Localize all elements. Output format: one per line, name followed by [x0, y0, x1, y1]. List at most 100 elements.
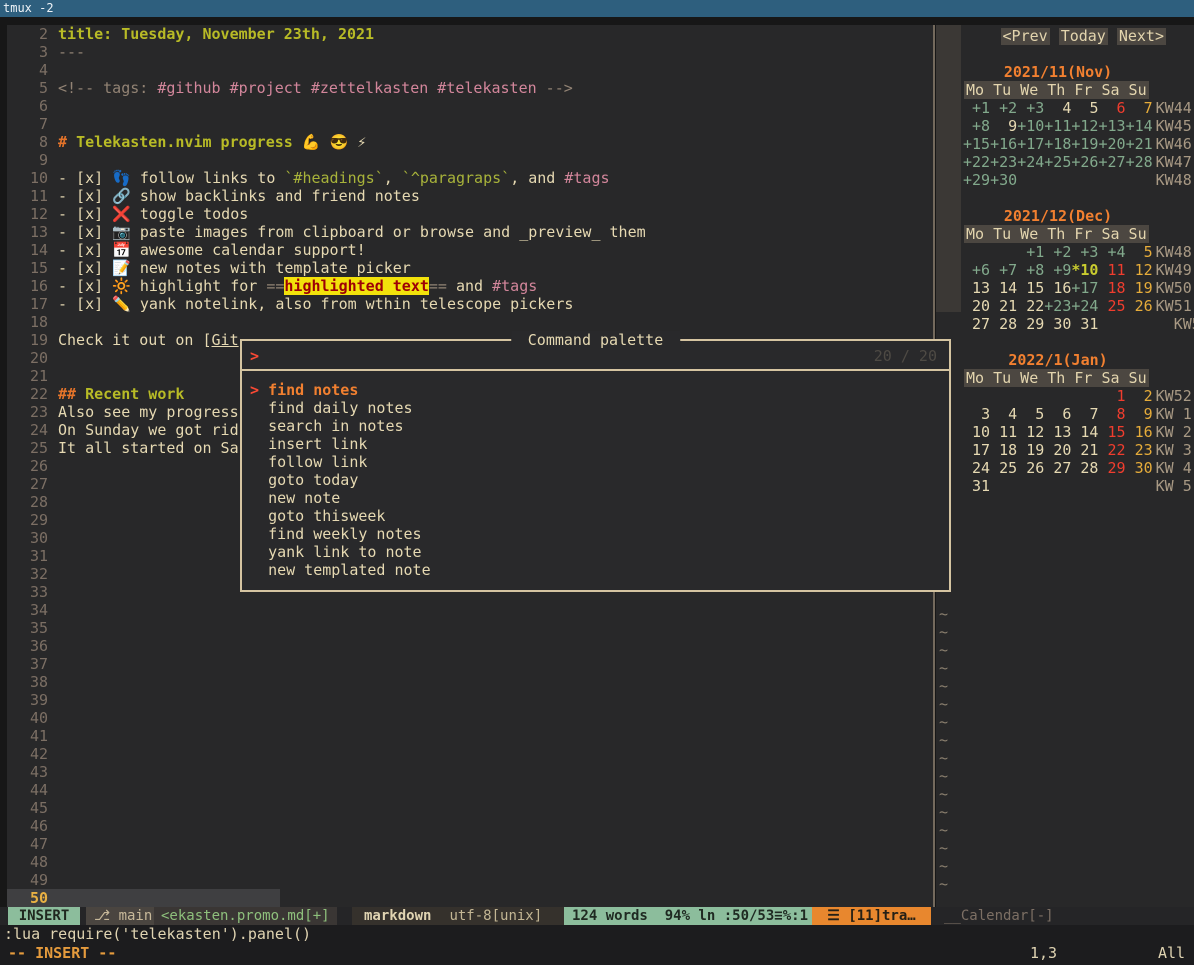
editor-line[interactable]: 44 — [0, 781, 933, 799]
calendar-day[interactable]: +16 — [990, 135, 1017, 153]
editor-line[interactable]: 47 — [0, 835, 933, 853]
calendar-day[interactable]: +20 — [1098, 135, 1125, 153]
calendar-day[interactable]: 4 — [990, 405, 1017, 423]
calendar-day[interactable]: 16 — [1126, 423, 1153, 441]
calendar-day[interactable]: 22 — [1098, 441, 1125, 459]
calendar-day[interactable]: +8 — [963, 117, 990, 135]
editor-line[interactable]: 39 — [0, 691, 933, 709]
calendar-day[interactable]: 25 — [1098, 297, 1125, 315]
calendar-day[interactable]: 28 — [1071, 459, 1098, 477]
editor-line[interactable]: 14- [x] 📅 awesome calendar support! — [0, 241, 933, 259]
calendar-day[interactable]: +23 — [990, 153, 1017, 171]
calendar-day[interactable]: 19 — [1017, 441, 1044, 459]
next-button[interactable]: Next> — [1117, 28, 1166, 45]
editor-line[interactable]: 7 — [0, 115, 933, 133]
editor-line[interactable]: 16- [x] 🔆 highlight for ==highlighted te… — [0, 277, 933, 295]
calendar-day[interactable]: +13 — [1098, 117, 1125, 135]
editor-line[interactable]: 2title: Tuesday, November 23th, 2021 — [0, 25, 933, 43]
editor-line[interactable]: 15- [x] 📝 new notes with template picker — [0, 259, 933, 277]
calendar-day[interactable]: +26 — [1071, 153, 1098, 171]
palette-item[interactable]: goto thisweek — [242, 507, 949, 525]
editor-line[interactable]: 12- [x] ❌ toggle todos — [0, 205, 933, 223]
editor-line[interactable]: 13- [x] 📷 paste images from clipboard or… — [0, 223, 933, 241]
calendar-day[interactable]: 3 — [963, 405, 990, 423]
palette-item[interactable]: insert link — [242, 435, 949, 453]
palette-item[interactable]: follow link — [242, 453, 949, 471]
calendar-day[interactable]: +14 — [1126, 117, 1153, 135]
calendar-day[interactable]: 19 — [1126, 279, 1153, 297]
buffer-tabs-segment[interactable]: ☰ [11]tra… — [812, 907, 931, 925]
calendar-day[interactable]: 18 — [990, 441, 1017, 459]
today-button[interactable]: Today — [1059, 28, 1108, 45]
editor-line[interactable]: 41 — [0, 727, 933, 745]
calendar-day[interactable]: +19 — [1071, 135, 1098, 153]
calendar-day[interactable]: 28 — [990, 315, 1017, 333]
editor-line[interactable]: 46 — [0, 817, 933, 835]
calendar-day[interactable]: +1 — [1017, 243, 1044, 261]
calendar-day[interactable]: 30 — [1044, 315, 1071, 333]
calendar-day[interactable]: +17 — [1017, 135, 1044, 153]
calendar-day[interactable]: 25 — [990, 459, 1017, 477]
editor-line[interactable]: 37 — [0, 655, 933, 673]
palette-item[interactable]: yank link to note — [242, 543, 949, 561]
calendar-day[interactable]: +27 — [1098, 153, 1125, 171]
editor-line[interactable]: 8# Telekasten.nvim progress 💪 😎 ⚡ — [0, 133, 933, 151]
calendar-day[interactable]: +30 — [990, 171, 1017, 189]
calendar-day[interactable]: 29 — [1098, 459, 1125, 477]
editor-line[interactable]: 3--- — [0, 43, 933, 61]
calendar-day[interactable]: 14 — [990, 279, 1017, 297]
editor-line[interactable]: 17- [x] ✏️ yank notelink, also from wthi… — [0, 295, 933, 313]
editor-line[interactable]: 9 — [0, 151, 933, 169]
calendar-day[interactable]: 11 — [1098, 261, 1125, 279]
calendar-day[interactable]: +24 — [1071, 297, 1098, 315]
calendar-day[interactable]: 5 — [1017, 405, 1044, 423]
calendar-day[interactable]: 21 — [990, 297, 1017, 315]
calendar-day[interactable]: 6 — [1098, 99, 1125, 117]
calendar-day[interactable]: 17 — [963, 441, 990, 459]
editor-line[interactable]: 43 — [0, 763, 933, 781]
scrollbar[interactable] — [936, 25, 961, 312]
calendar-day[interactable]: 26 — [1017, 459, 1044, 477]
calendar-day[interactable]: +7 — [990, 261, 1017, 279]
editor-line[interactable]: 18 — [0, 313, 933, 331]
calendar-day[interactable]: 8 — [1098, 405, 1125, 423]
calendar-day[interactable]: +11 — [1044, 117, 1071, 135]
calendar-day[interactable]: 26 — [1126, 297, 1153, 315]
calendar-day[interactable]: 30 — [1126, 459, 1153, 477]
editor-line[interactable]: 36 — [0, 637, 933, 655]
calendar-day[interactable]: +9 — [1044, 261, 1071, 279]
calendar-day[interactable]: 9 — [1126, 405, 1153, 423]
calendar-day[interactable]: +3 — [1071, 243, 1098, 261]
editor-line[interactable]: 42 — [0, 745, 933, 763]
editor-line[interactable]: 4 — [0, 61, 933, 79]
editor-line[interactable]: 48 — [0, 853, 933, 871]
calendar-day[interactable]: 13 — [963, 279, 990, 297]
calendar-day[interactable]: +6 — [963, 261, 990, 279]
calendar-day[interactable]: 7 — [1071, 405, 1098, 423]
calendar-day[interactable]: 15 — [1017, 279, 1044, 297]
calendar-day[interactable]: 29 — [1017, 315, 1044, 333]
prev-button[interactable]: <Prev — [1001, 28, 1050, 45]
calendar-day[interactable]: 7 — [1126, 99, 1153, 117]
calendar-day[interactable]: 11 — [990, 423, 1017, 441]
editor-line[interactable]: 45 — [0, 799, 933, 817]
calendar-day[interactable]: +12 — [1071, 117, 1098, 135]
calendar-day[interactable]: +29 — [963, 171, 990, 189]
editor-line[interactable]: 49 — [0, 871, 933, 889]
calendar-day[interactable]: 20 — [1044, 441, 1071, 459]
editor-line[interactable]: 10- [x] 👣 follow links to `#headings`, `… — [0, 169, 933, 187]
calendar-day[interactable]: 6 — [1044, 405, 1071, 423]
editor-line[interactable]: 5<!-- tags: #github #project #zettelkast… — [0, 79, 933, 97]
editor-line[interactable]: 40 — [0, 709, 933, 727]
calendar-day[interactable]: +24 — [1017, 153, 1044, 171]
palette-item[interactable]: find weekly notes — [242, 525, 949, 543]
calendar-day[interactable]: 12 — [1126, 261, 1153, 279]
calendar-day[interactable]: +22 — [963, 153, 990, 171]
palette-item[interactable]: goto today — [242, 471, 949, 489]
editor-line[interactable]: 6 — [0, 97, 933, 115]
calendar-day[interactable]: +4 — [1098, 243, 1125, 261]
calendar-day[interactable]: 9 — [990, 117, 1017, 135]
calendar-day[interactable]: 2 — [1126, 387, 1153, 405]
palette-item[interactable]: > find notes — [242, 381, 949, 399]
command-line[interactable]: :lua require('telekasten').panel() — [0, 925, 1194, 943]
